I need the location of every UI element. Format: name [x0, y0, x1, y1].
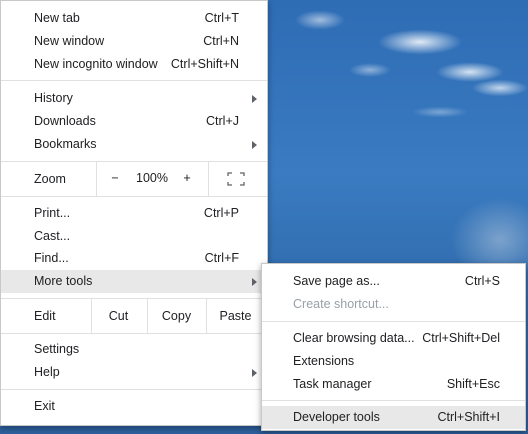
cut-button[interactable]: Cut [91, 309, 146, 323]
zoom-row: Zoom − 100% + [1, 162, 267, 196]
zoom-level-value: 100% [136, 171, 168, 185]
menu-item-exit[interactable]: Exit [1, 395, 267, 418]
zoom-label: Zoom [34, 172, 66, 186]
clear-browsing-label: Clear browsing data... [293, 331, 415, 345]
chevron-right-icon [252, 369, 257, 377]
edit-divider [206, 299, 207, 333]
menu-separator [1, 389, 267, 390]
cast-label: Cast... [34, 229, 71, 243]
zoom-divider [96, 162, 97, 196]
menu-item-help[interactable]: Help [1, 361, 267, 384]
browser-main-menu: New tab Ctrl+T New window Ctrl+N New inc… [0, 0, 268, 426]
menu-item-new-incognito-window[interactable]: New incognito window Ctrl+Shift+N [1, 53, 267, 76]
new-incognito-shortcut: Ctrl+Shift+N [170, 57, 239, 71]
menu-item-clear-browsing-data[interactable]: Clear browsing data... Ctrl+Shift+Del [262, 327, 525, 350]
menu-item-new-window[interactable]: New window Ctrl+N [1, 30, 267, 53]
find-shortcut: Ctrl+F [204, 251, 239, 265]
downloads-shortcut: Ctrl+J [206, 114, 239, 128]
extensions-label: Extensions [293, 354, 355, 368]
menu-item-bookmarks[interactable]: Bookmarks [1, 133, 267, 156]
task-manager-label: Task manager [293, 377, 372, 391]
menu-separator [262, 321, 525, 322]
save-page-label: Save page as... [293, 274, 380, 288]
fullscreen-icon[interactable] [227, 172, 245, 186]
menu-separator [1, 80, 267, 81]
bookmarks-label: Bookmarks [34, 137, 97, 151]
edit-divider [147, 299, 148, 333]
menu-separator [1, 196, 267, 197]
exit-label: Exit [34, 399, 55, 413]
new-window-label: New window [34, 34, 105, 48]
paste-button[interactable]: Paste [208, 309, 263, 323]
new-window-shortcut: Ctrl+N [203, 34, 239, 48]
print-label: Print... [34, 206, 71, 220]
find-label: Find... [34, 251, 69, 265]
copy-button[interactable]: Copy [149, 309, 204, 323]
task-manager-shortcut: Shift+Esc [446, 377, 500, 391]
menu-item-find[interactable]: Find... Ctrl+F [1, 247, 267, 270]
menu-item-new-tab[interactable]: New tab Ctrl+T [1, 7, 267, 30]
print-shortcut: Ctrl+P [203, 206, 239, 220]
new-tab-shortcut: Ctrl+T [204, 11, 239, 25]
history-label: History [34, 91, 73, 105]
zoom-out-button[interactable]: − [105, 171, 125, 185]
menu-separator [1, 333, 267, 334]
menu-item-more-tools[interactable]: More tools [1, 270, 267, 293]
zoom-in-button[interactable]: + [177, 171, 197, 185]
menu-item-print[interactable]: Print... Ctrl+P [1, 202, 267, 225]
menu-separator [262, 400, 525, 401]
chevron-right-icon [252, 141, 257, 149]
new-incognito-label: New incognito window [34, 57, 158, 71]
more-tools-submenu: Save page as... Ctrl+S Create shortcut..… [261, 263, 526, 431]
clear-browsing-shortcut: Ctrl+Shift+Del [422, 331, 500, 345]
menu-item-history[interactable]: History [1, 87, 267, 110]
chevron-right-icon [252, 95, 257, 103]
menu-item-downloads[interactable]: Downloads Ctrl+J [1, 110, 267, 133]
edit-label: Edit [34, 309, 56, 323]
create-shortcut-label: Create shortcut... [293, 297, 389, 311]
developer-tools-label: Developer tools [293, 410, 380, 424]
menu-item-cast[interactable]: Cast... [1, 225, 267, 248]
menu-item-settings[interactable]: Settings [1, 338, 267, 361]
menu-item-developer-tools[interactable]: Developer tools Ctrl+Shift+I [262, 406, 525, 429]
downloads-label: Downloads [34, 114, 96, 128]
settings-label: Settings [34, 342, 80, 356]
help-label: Help [34, 365, 60, 379]
menu-item-extensions[interactable]: Extensions [262, 350, 525, 373]
edit-row: Edit Cut Copy Paste [1, 299, 267, 333]
chevron-right-icon [252, 278, 257, 286]
save-page-shortcut: Ctrl+S [464, 274, 500, 288]
menu-item-save-page-as[interactable]: Save page as... Ctrl+S [262, 270, 525, 293]
zoom-divider [208, 162, 209, 196]
developer-tools-shortcut: Ctrl+Shift+I [437, 410, 500, 424]
menu-item-task-manager[interactable]: Task manager Shift+Esc [262, 373, 525, 396]
menu-item-create-shortcut: Create shortcut... [262, 293, 525, 316]
new-tab-label: New tab [34, 11, 80, 25]
more-tools-label: More tools [34, 274, 93, 288]
